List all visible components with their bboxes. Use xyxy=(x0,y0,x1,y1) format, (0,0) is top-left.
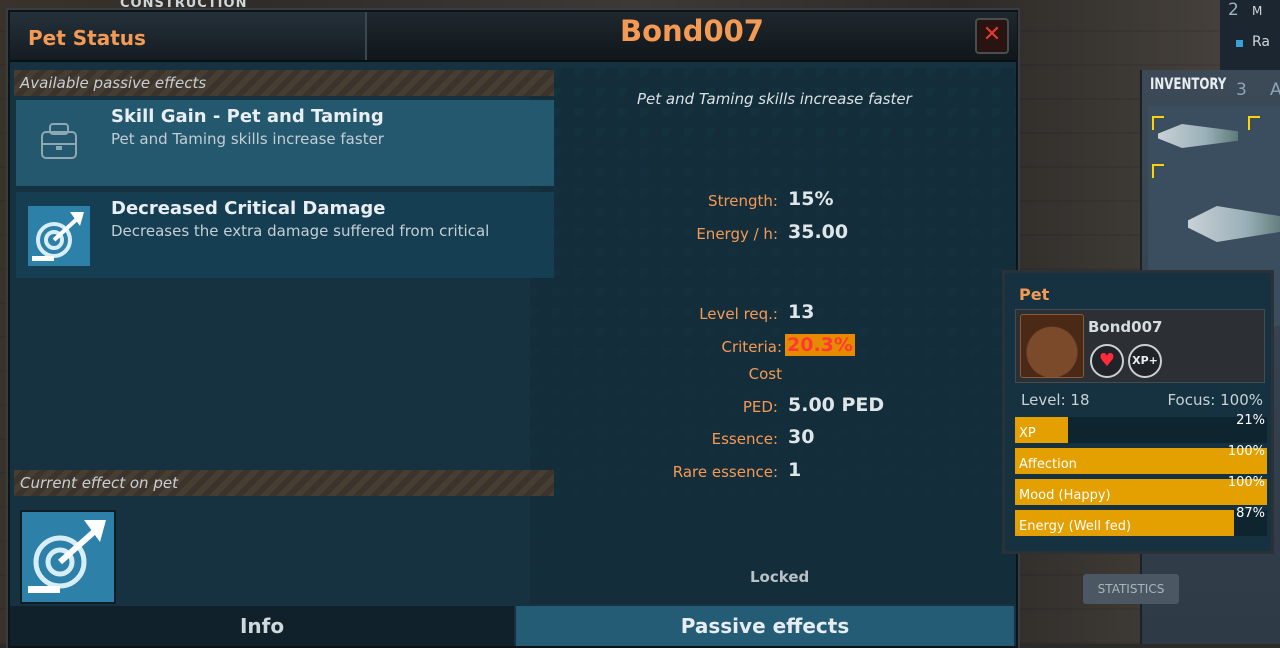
pet-name-title: Bond007 xyxy=(620,14,764,48)
criteria-value: 20.3% xyxy=(785,334,855,356)
ship-item-icon[interactable] xyxy=(1158,124,1238,148)
rare-essence-value: 1 xyxy=(788,459,802,481)
mood-bar: Mood (Happy) 100% xyxy=(1015,475,1267,505)
pet-name-header: Bond007 xyxy=(365,12,1017,60)
bar-percent: 100% xyxy=(1227,444,1265,459)
pet-focus: Focus: 100% xyxy=(1167,391,1263,409)
ship-item-icon[interactable] xyxy=(1188,206,1280,242)
locked-chest-icon xyxy=(41,123,77,159)
dialog-header[interactable]: Pet Status Bond007 ✕ xyxy=(10,12,1017,62)
rare-essence-label: Rare essence: xyxy=(672,463,778,481)
inventory-tab-3[interactable]: 3 xyxy=(1236,80,1247,100)
heart-icon: ♥ xyxy=(1098,350,1116,371)
pet-level: Level: 18 xyxy=(1021,391,1090,409)
bar-percent: 87% xyxy=(1236,506,1265,521)
dialog-title: Pet Status xyxy=(28,26,146,50)
tab-info[interactable]: Info xyxy=(10,606,514,646)
effect-description: Decreases the extra damage suffered from… xyxy=(111,222,490,240)
current-effect-target-icon[interactable] xyxy=(20,510,116,604)
bar-percent: 100% xyxy=(1227,475,1265,490)
effect-description: Pet and Taming skills increase faster xyxy=(111,130,384,148)
xp-boost-button[interactable]: XP+ xyxy=(1128,344,1162,378)
xp-bar: XP 21% xyxy=(1015,413,1267,443)
bar-label: XP xyxy=(1019,426,1036,441)
corner-letter: M xyxy=(1252,4,1263,18)
criteria-label: Criteria: xyxy=(721,338,783,356)
strength-value: 15% xyxy=(788,188,834,210)
bar-label: Affection xyxy=(1019,457,1077,472)
pet-window-title: Pet xyxy=(1019,285,1050,304)
essence-value: 30 xyxy=(788,426,815,448)
strength-label: Strength: xyxy=(708,192,778,210)
corner-square-icon xyxy=(1236,40,1243,47)
effect-title: Skill Gain - Pet and Taming xyxy=(111,106,384,127)
available-effects-label: Available passive effects xyxy=(14,70,554,96)
item-level-icon xyxy=(1152,116,1164,130)
ped-label: PED: xyxy=(742,398,778,416)
level-req-value: 13 xyxy=(788,301,815,323)
close-icon: ✕ xyxy=(982,22,1002,47)
essence-label: Essence: xyxy=(711,430,778,448)
corner-ra-label: Ra xyxy=(1252,34,1270,50)
dialog-tabs: Info Passive effects xyxy=(10,606,1016,646)
detail-background xyxy=(530,68,1016,604)
locked-status: Locked xyxy=(750,568,810,586)
target-arrow-icon xyxy=(28,206,90,266)
effect-detail-description: Pet and Taming skills increase faster xyxy=(637,90,912,108)
inventory-tab-a[interactable]: A xyxy=(1270,80,1280,100)
feed-heart-button[interactable]: ♥ xyxy=(1090,344,1124,378)
pet-card-name: Bond007 xyxy=(1088,318,1163,336)
statistics-button[interactable]: STATISTICS xyxy=(1083,574,1179,604)
inventory-title: INVENTORY xyxy=(1150,74,1227,93)
effect-skill-gain[interactable]: Skill Gain - Pet and Taming Pet and Tami… xyxy=(16,100,554,186)
pet-avatar[interactable] xyxy=(1020,314,1084,378)
tab-passive-effects[interactable]: Passive effects xyxy=(516,606,1014,646)
item-level-icon xyxy=(1152,164,1164,178)
current-effect-label: Current effect on pet xyxy=(14,470,554,496)
energy-value: 35.00 xyxy=(788,221,849,243)
level-req-label: Level req.: xyxy=(699,305,778,323)
ped-value: 5.00 PED xyxy=(788,394,885,416)
item-level-icon xyxy=(1248,116,1260,130)
affection-bar: Affection 100% xyxy=(1015,444,1267,474)
energy-bar: Energy (Well fed) 87% xyxy=(1015,506,1267,536)
cost-label: Cost xyxy=(748,365,782,383)
pet-window: Pet Bond007 ♥ XP+ Level: 18 Focus: 100% … xyxy=(1002,270,1274,554)
energy-label: Energy / h: xyxy=(696,225,778,243)
bar-percent: 21% xyxy=(1236,413,1265,428)
corner-panel: 2 M Ra xyxy=(1220,0,1280,70)
close-button[interactable]: ✕ xyxy=(975,18,1009,54)
pet-card[interactable]: Bond007 ♥ XP+ xyxy=(1015,309,1265,383)
bar-label: Energy (Well fed) xyxy=(1019,519,1132,534)
corner-number: 2 xyxy=(1228,0,1239,20)
effect-title: Decreased Critical Damage xyxy=(111,198,386,219)
bar-label: Mood (Happy) xyxy=(1019,488,1111,503)
effect-decreased-critical-damage[interactable]: Decreased Critical Damage Decreases the … xyxy=(16,192,554,278)
pet-status-dialog: Pet Status Bond007 ✕ Available passive e… xyxy=(8,10,1018,648)
